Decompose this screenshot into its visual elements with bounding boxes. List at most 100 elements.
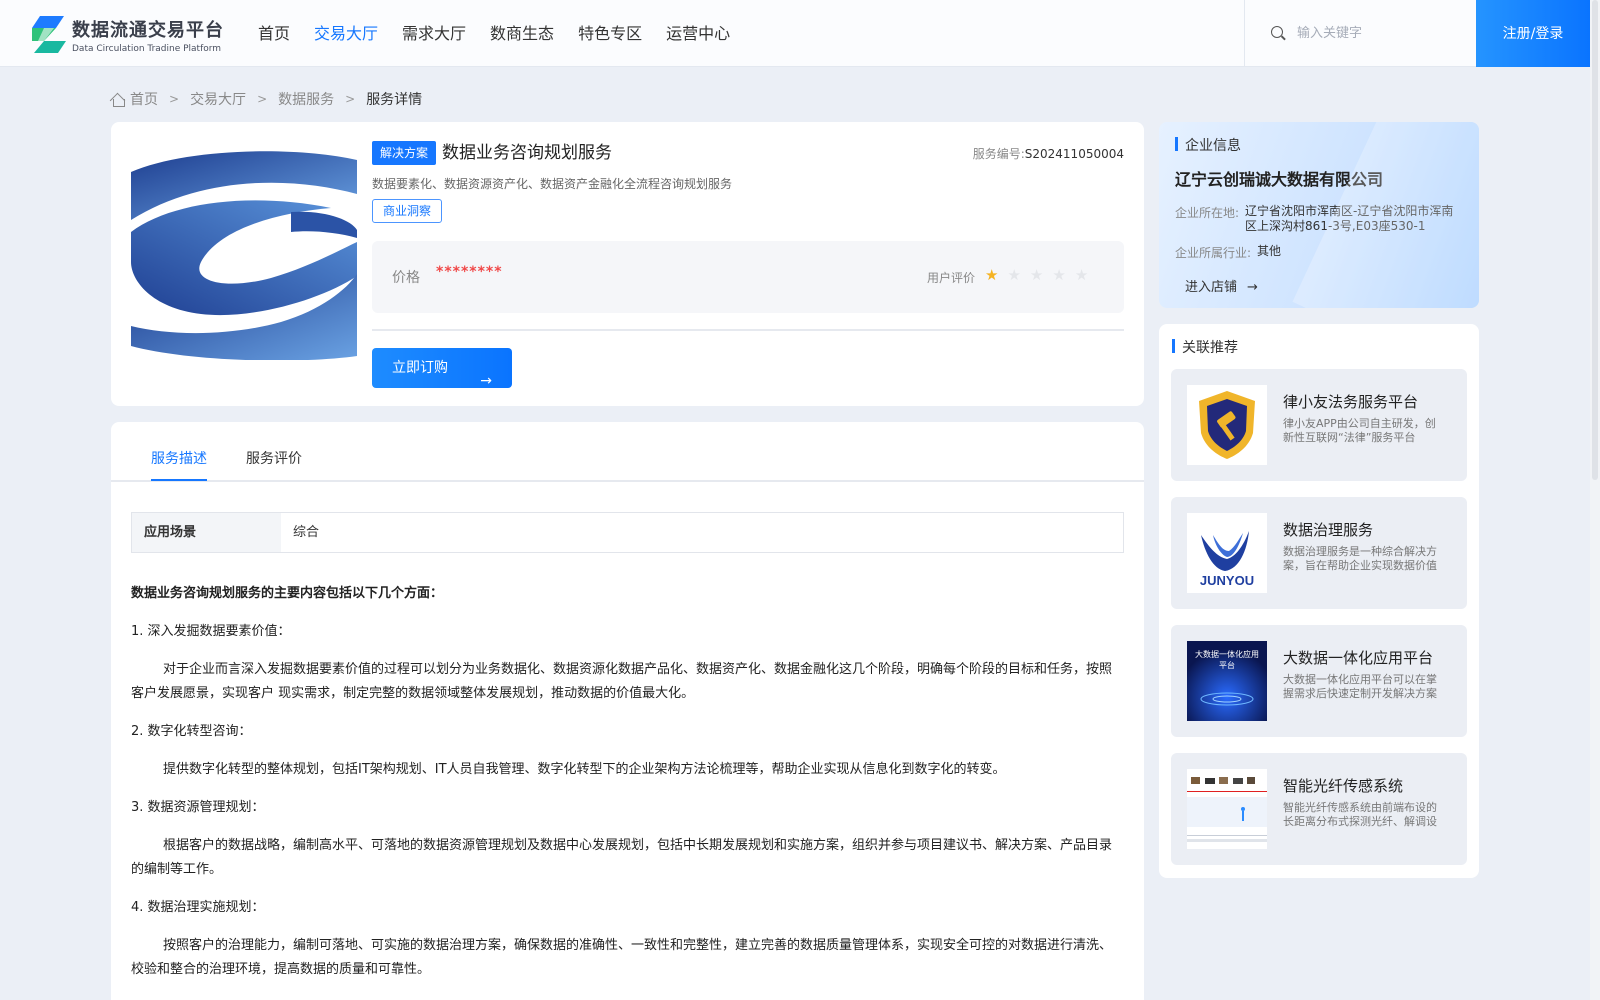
home-icon[interactable] [111, 93, 125, 107]
tab-service-review[interactable]: 服务评价 [246, 448, 302, 468]
nav-trading-hall[interactable]: 交易大厅 [314, 0, 378, 67]
recommend-title: 大数据一体化应用平台 [1283, 649, 1434, 667]
recommend-item[interactable]: 律小友法务服务平台 律小友APP由公司自主研发，创新性互联网“法律”服务平台 [1171, 369, 1467, 481]
description-section-body: 对于企业而言深入发掘数据要素价值的过程可以划分为业务数据化、数据资源化数据产品化… [131, 662, 1113, 701]
enterprise-location-row: 企业所在地: 辽宁省沈阳市浑南区-辽宁省沈阳市浑南区上深沟村861-3号,E03… [1175, 204, 1465, 234]
search-box [1244, 0, 1476, 67]
description-section-title: 3. 数据资源管理规划： [131, 800, 265, 815]
recommend-card: 关联推荐 律小友法务服务平台 律小友APP由公司自主研发，创新性互联网“法律”服… [1159, 324, 1479, 878]
logo-mark-icon [32, 16, 66, 53]
category-tag[interactable]: 商业洞察 [372, 199, 443, 223]
recommend-item[interactable]: 大数据一体化应用平台 大数据一体化应用平台 大数据一体化应用平台可以在掌握需求后… [1171, 625, 1467, 737]
detail-tabs: 服务描述 服务评价 [111, 422, 1144, 482]
product-title: 数据业务咨询规划服务 [442, 143, 612, 163]
enterprise-section-title: 企业信息 [1175, 135, 1241, 155]
price-value: ******** [436, 264, 503, 280]
scrollbar-thumb[interactable] [1592, 0, 1598, 480]
product-logo-image [131, 151, 357, 360]
bigdata-cover-icon: 大数据一体化应用平台 [1187, 641, 1267, 721]
enter-shop-label: 进入店铺 [1185, 280, 1238, 295]
recommend-title: 律小友法务服务平台 [1283, 393, 1419, 411]
enterprise-location-label: 企业所在地: [1175, 206, 1240, 220]
description-section-body: 按照客户的治理能力，编制可落地、可实施的数据治理方案，确保数据的准确性、一致性和… [131, 938, 1113, 977]
recommend-item[interactable]: 智能光纤传感系统 智能光纤传感系统由前端布设的长距离分布式探测光纤、解调设备组成 [1171, 753, 1467, 865]
description-section-body: 根据客户的数据战略，编制高水平、可落地的数据资源管理规划及数据中心发展规划，包括… [131, 838, 1113, 877]
nav-ecosystem[interactable]: 数商生态 [490, 0, 554, 67]
enterprise-industry: 其他 [1257, 244, 1282, 258]
search-input[interactable] [1297, 22, 1467, 44]
star-icon: ★ [1052, 266, 1066, 284]
logo-text-en: Data Circulation Tradine Platform [72, 44, 222, 54]
nav-home[interactable]: 首页 [258, 0, 290, 67]
top-header: 数据流通交易平台 Data Circulation Tradine Platfo… [0, 0, 1590, 67]
star-icon: ★ [1074, 266, 1089, 284]
nav-special-zone[interactable]: 特色专区 [578, 0, 642, 67]
subscribe-button[interactable]: 立即订购 → [372, 348, 512, 389]
star-icon: ★ [1007, 266, 1021, 284]
price-label: 价格 [392, 270, 420, 286]
recommend-thumb-bigdata: 大数据一体化应用平台 [1187, 641, 1267, 721]
breadcrumb-home[interactable]: 首页 [130, 89, 158, 109]
main-nav: 首页 交易大厅 需求大厅 数商生态 特色专区 运营中心 [258, 0, 754, 67]
active-tab-indicator [151, 479, 207, 481]
divider [372, 329, 1124, 331]
rating-stars: ★ ★ ★ ★ ★ [985, 265, 1097, 285]
recommend-title: 数据治理服务 [1283, 521, 1374, 539]
shield-gavel-icon [1187, 385, 1267, 465]
application-scene-table: 应用场景 综合 [131, 512, 1124, 553]
chevron-right-icon: > [345, 92, 356, 106]
enterprise-card: 企业信息 辽宁云创瑞诚大数据有限公司 企业所在地: 辽宁省沈阳市浑南区-辽宁省沈… [1159, 122, 1479, 308]
description-section-title: 2. 数字化转型咨询： [131, 724, 252, 739]
recommend-thumb-fiber [1187, 769, 1267, 849]
subscribe-label: 立即订购 [392, 360, 448, 376]
chevron-right-icon: > [169, 92, 180, 106]
star-icon: ★ [985, 266, 999, 284]
description-heading: 数据业务咨询规划服务的主要内容包括以下几个方面： [131, 586, 444, 601]
arrow-right-icon: → [1247, 280, 1258, 295]
tab-service-description[interactable]: 服务描述 [151, 448, 207, 468]
solution-tag: 解决方案 [372, 141, 437, 165]
breadcrumb-data-service[interactable]: 数据服务 [278, 89, 334, 109]
breadcrumb-current: 服务详情 [366, 92, 423, 108]
bigdata-cover-text: 大数据一体化应用平台 [1195, 650, 1259, 670]
nav-operation-center[interactable]: 运营中心 [666, 0, 730, 67]
recommend-desc: 数据治理服务是一种综合解决方案，旨在帮助企业实现数据价值 [1283, 545, 1437, 572]
rating-label: 用户评价 [927, 271, 976, 285]
description-section-body: 提供数字化转型的整体规划，包括IT架构规划、IT人员自我管理、数字化转型下的企业… [163, 762, 1006, 777]
star-icon: ★ [1029, 266, 1044, 284]
breadcrumb-trading-hall[interactable]: 交易大厅 [190, 89, 246, 109]
description-section-title: 1. 深入发掘数据要素价值： [131, 624, 291, 639]
junyou-logo-icon: JUNYOU [1187, 513, 1267, 593]
recommend-title: 智能光纤传感系统 [1283, 777, 1404, 795]
arrow-right-icon: → [480, 373, 492, 389]
recommend-item[interactable]: JUNYOU 数据治理服务 数据治理服务是一种综合解决方案，旨在帮助企业实现数据… [1171, 497, 1467, 609]
enterprise-industry-row: 企业所属行业: 其他 [1175, 244, 1465, 261]
price-panel: 价格 ******** 用户评价 ★ ★ ★ ★ ★ [372, 241, 1124, 313]
fiber-screenshot-icon [1187, 769, 1267, 849]
recommend-desc: 大数据一体化应用平台可以在掌握需求后快速定制开发解决方案 [1283, 673, 1437, 700]
scene-value: 综合 [293, 525, 320, 540]
recommend-desc: 智能光纤传感系统由前端布设的长距离分布式探测光纤、解调设备组成 [1283, 801, 1437, 828]
description-section-title: 4. 数据治理实施规划： [131, 900, 265, 915]
enterprise-name[interactable]: 辽宁云创瑞诚大数据有限公司 [1175, 166, 1383, 190]
service-number: 服务编号:S202411050004 [973, 145, 1124, 162]
recommend-section-title: 关联推荐 [1172, 337, 1238, 357]
recommend-desc: 律小友APP由公司自主研发，创新性互联网“法律”服务平台 [1283, 417, 1436, 444]
platform-logo[interactable]: 数据流通交易平台 Data Circulation Tradine Platfo… [30, 14, 230, 56]
chevron-right-icon: > [257, 92, 268, 106]
enterprise-industry-label: 企业所属行业: [1175, 246, 1252, 260]
login-register-button[interactable]: 注册/登录 [1476, 0, 1590, 67]
service-number-value: S202411050004 [1024, 147, 1124, 161]
recommend-thumb-lawyer [1187, 385, 1267, 465]
detail-card: 服务描述 服务评价 应用场景 综合 数据业务咨询规划服务的主要内容包括以下几个方… [111, 422, 1144, 1000]
service-number-label: 服务编号: [972, 147, 1025, 161]
enterprise-location: 辽宁省沈阳市浑南区-辽宁省沈阳市浑南区上深沟村861-3号,E03座530-1 [1245, 204, 1454, 233]
breadcrumb: 首页 > 交易大厅 > 数据服务 > 服务详情 [111, 89, 422, 109]
nav-demand-hall[interactable]: 需求大厅 [402, 0, 466, 67]
scene-label: 应用场景 [132, 513, 281, 552]
product-card: 解决方案 数据业务咨询规划服务 服务编号:S202411050004 数据要素化… [111, 122, 1144, 406]
junyou-logo-text: JUNYOU [1200, 573, 1254, 588]
search-icon[interactable] [1271, 26, 1283, 38]
enter-shop-link[interactable]: 进入店铺 → [1185, 276, 1258, 295]
page-scrollbar[interactable] [1590, 0, 1600, 1000]
